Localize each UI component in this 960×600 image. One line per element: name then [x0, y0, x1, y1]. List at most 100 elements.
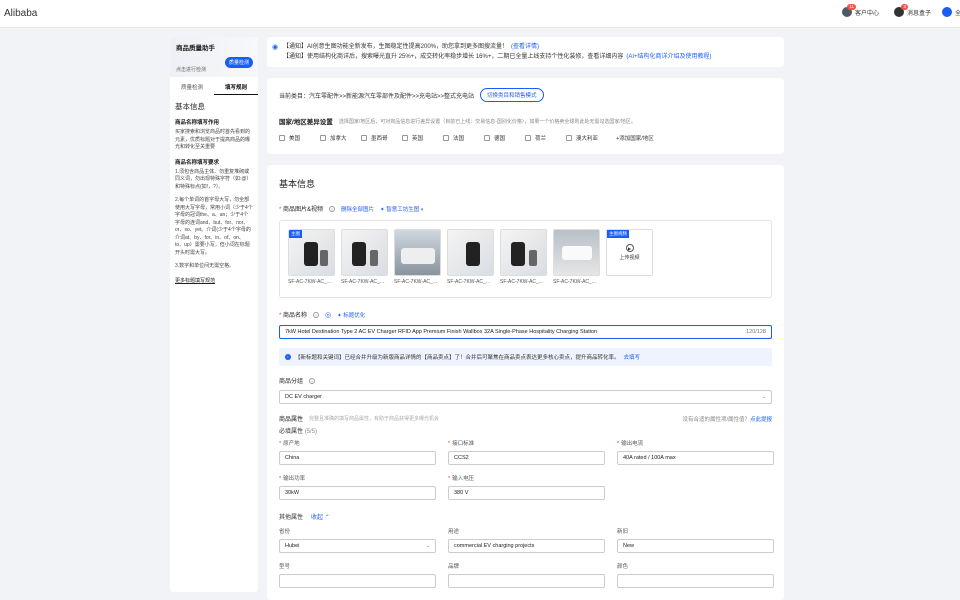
collapse-toggle[interactable]: 收起 ⌃ [311, 512, 330, 521]
notice-line: 【通知】使用结构化商详后，搜索曝光直升 25%+，成交转化率稳步增长 16%+，… [283, 52, 712, 62]
attribute-field: 用途 commercial EV charging projects [448, 527, 605, 553]
attributes-description: 完整且准确的填写商品属性，有助于商品获得更多曝光机会 [309, 416, 440, 422]
help-icon[interactable]: ? [329, 205, 336, 212]
basic-info-card: 基本信息 * 商品图片&视频 ? 删除全部图片 ✦ 智意工坊生图 ▾ 主图 SF… [267, 165, 784, 600]
section-title: 基本信息 [279, 179, 316, 189]
checkbox-icon [484, 135, 490, 141]
notice-line: 【通知】AI创意生图功能全新发布，生图稳定性提高200%，助您拿到更多图搜流量！… [283, 42, 540, 52]
product-image[interactable]: SF-AC-7KW-AC_... [553, 229, 600, 289]
country-checkbox[interactable]: 德国 [484, 134, 525, 142]
color-input[interactable] [617, 574, 774, 588]
product-group-select[interactable]: DC EV charger ⌄ [279, 390, 772, 404]
customer-center-link[interactable]: 11 客户中心 [842, 4, 879, 17]
country-checkbox[interactable]: 法国 [443, 134, 484, 142]
country-checkbox[interactable]: 美国 [279, 134, 320, 142]
go-fill-link[interactable]: 去填写 [624, 353, 641, 361]
image-filename: SF-AC-7KW-AC_... [394, 279, 437, 285]
origin-input[interactable]: China [279, 451, 436, 465]
product-image-thumbnail [447, 229, 494, 276]
image-filename: SF-AC-7KW-AC_... [341, 279, 384, 285]
other-attributes-label: 其他属性 收起 ⌃ [279, 512, 772, 521]
country-checkbox[interactable]: 加拿大 [320, 134, 361, 142]
info-icon: i [285, 354, 291, 360]
rules-text: 买家搜索和浏览商品时首先看到的元素，优质标题对于提高商品的曝光和转化至关重要 [175, 129, 251, 150]
image-filename: SF-AC-7KW-AC_... [553, 279, 596, 285]
switch-category-button[interactable]: 切换类目和销售模式 [480, 88, 544, 102]
country-checkbox[interactable]: 墨西哥 [361, 134, 402, 142]
message-box-link[interactable]: 3 消息盒子 [894, 4, 931, 17]
current-category: 当前类目：汽车零配件>>新能源汽车零部件及配件>>充电站>>整式充电站 [279, 93, 475, 100]
rules-text: 1.须包含商品主体、勿重复堆砌或同义词，勿出现特殊字符（如:@）和特殊标点(如!… [175, 168, 252, 190]
attributes-header: 商品属性 完整且准确的填写商品属性，有助于商品获得更多曝光机会 没有合适的属性项/… [279, 416, 772, 423]
country-checkbox[interactable]: 荷兰 [525, 134, 566, 142]
product-image[interactable]: SF-AC-7KW-AC_... [394, 229, 441, 289]
title-optimize-link[interactable]: ✦ 标题优化 [337, 311, 365, 319]
model-input[interactable] [279, 574, 436, 588]
connector-standard-input[interactable]: CCS2 [448, 451, 605, 465]
help-icon[interactable]: ? [309, 377, 316, 384]
condition-input[interactable]: New [617, 539, 774, 553]
more-rules-link[interactable]: 更多标题填写规范 [175, 277, 253, 284]
user-menu[interactable]: 全 [942, 7, 960, 17]
product-image[interactable]: SF-AC-7KW-AC_... [447, 229, 494, 289]
main-video-tag: 主图视频 [607, 230, 629, 238]
other-attributes-grid: 省份 Hubei ⌄ 用途 commercial EV charging proj… [279, 527, 774, 553]
alibaba-logo[interactable]: Alibaba [4, 8, 37, 19]
rules-text: 3.数字和单位间无需空格。 [175, 263, 235, 269]
country-checkbox[interactable]: 英国 [402, 134, 443, 142]
chevron-down-icon: ⌄ [761, 394, 766, 400]
upload-video-button[interactable]: 主图视频 ▶ 上传视频 [606, 229, 653, 276]
top-bar: Alibaba 11 客户中心 3 消息盒子 全 [0, 0, 960, 28]
attribute-field: 新旧 New [617, 527, 774, 553]
image-filename: SF-AC-7KW-AC_... [447, 279, 490, 285]
megaphone-icon: ◉ [272, 44, 279, 51]
output-current-input[interactable]: 40A rated / 100A max [617, 451, 774, 465]
attribute-field: * 输入电压 380 V [448, 474, 605, 500]
product-image[interactable]: SF-AC-7KW-AC_... [341, 229, 388, 289]
assistant-title: 商品质量助手 [176, 45, 215, 52]
product-image[interactable]: SF-AC-7KW-AC_... [500, 229, 547, 289]
tab-quality-check[interactable]: 质量检测 [170, 81, 214, 95]
rules-heading: 商品名称填写要求 [175, 159, 220, 166]
quality-check-button[interactable]: 质量检测 [224, 57, 253, 68]
rules-content: 基本信息 商品名称填写作用 买家搜索和浏览商品时首先看到的元素，优质标题对于提高… [170, 95, 258, 290]
attribute-field: * 输出电流 40A rated / 100A max [617, 439, 774, 465]
rules-heading: 商品名称填写作用 [175, 120, 220, 126]
attribute-field: * 输出功率 30kW [279, 474, 436, 500]
assistant-subtitle: 点击进行检测 [176, 67, 207, 73]
user-icon [942, 7, 952, 17]
checkbox-icon [443, 135, 449, 141]
brand-input[interactable] [448, 574, 605, 588]
country-checkbox[interactable]: 澳大利亚 [566, 134, 616, 142]
input-voltage-input[interactable]: 380 V [448, 486, 605, 500]
required-attributes-label: 必填属性 (5/5) [279, 429, 318, 435]
checkbox-icon [279, 135, 285, 141]
usage-input[interactable]: commercial EV charging projects [448, 539, 605, 553]
other-attributes-grid: 型号 品牌 颜色 [279, 562, 774, 588]
ai-assist-icon[interactable]: ◎ [325, 311, 331, 319]
rules-section-title: 基本信息 [175, 102, 205, 111]
attribute-field: 品牌 [448, 562, 605, 588]
notice-tutorial-link[interactable]: (AI+结构化商详介绍及使用教程) [626, 52, 711, 62]
category-line: 当前类目：汽车零配件>>新能源汽车零部件及配件>>充电站>>整式充电站 切换类目… [279, 88, 772, 102]
selling-point-tip: i 【新标题和关键词】已经合并升级为新版商品详情的【商品卖点】了！合并后可聚焦在… [279, 348, 772, 366]
product-name-input[interactable]: 7kW Hotel Destination Type 2 AC EV Charg… [279, 325, 772, 339]
country-setting-title: 国家/地区差异设置 选择国家/地区后，可对商品信息进行差异设置（目前已上线：交易… [279, 118, 636, 127]
output-power-input[interactable]: 30kW [279, 486, 436, 500]
add-country-link[interactable]: +添加国家/地区 [616, 134, 654, 142]
checkbox-icon [361, 135, 367, 141]
chevron-down-icon: ⌄ [425, 543, 430, 549]
report-attribute-link[interactable]: 点此提报 [750, 417, 772, 423]
notice-detail-link[interactable]: (查看详情) [511, 42, 539, 52]
delete-all-images-link[interactable]: 删除全部图片 [341, 205, 374, 213]
attribute-field: * 接口标准 CCS2 [448, 439, 605, 465]
attribute-field: 省份 Hubei ⌄ [279, 527, 436, 553]
help-icon[interactable]: ? [313, 311, 320, 318]
notice-bar: ◉ 【通知】AI创意生图功能全新发布，生图稳定性提高200%，助您拿到更多图搜流… [267, 37, 784, 67]
tab-fill-rules[interactable]: 填写规则 [214, 81, 258, 95]
product-image[interactable]: 主图 SF-AC-7KW-AC_... [288, 229, 335, 289]
message-box-icon: 3 [894, 4, 908, 17]
province-select[interactable]: Hubei ⌄ [279, 539, 436, 553]
assistant-tabs: 质量检测 填写规则 [170, 81, 258, 95]
ai-image-tool-link[interactable]: ✦ 智意工坊生图 ▾ [380, 205, 423, 213]
